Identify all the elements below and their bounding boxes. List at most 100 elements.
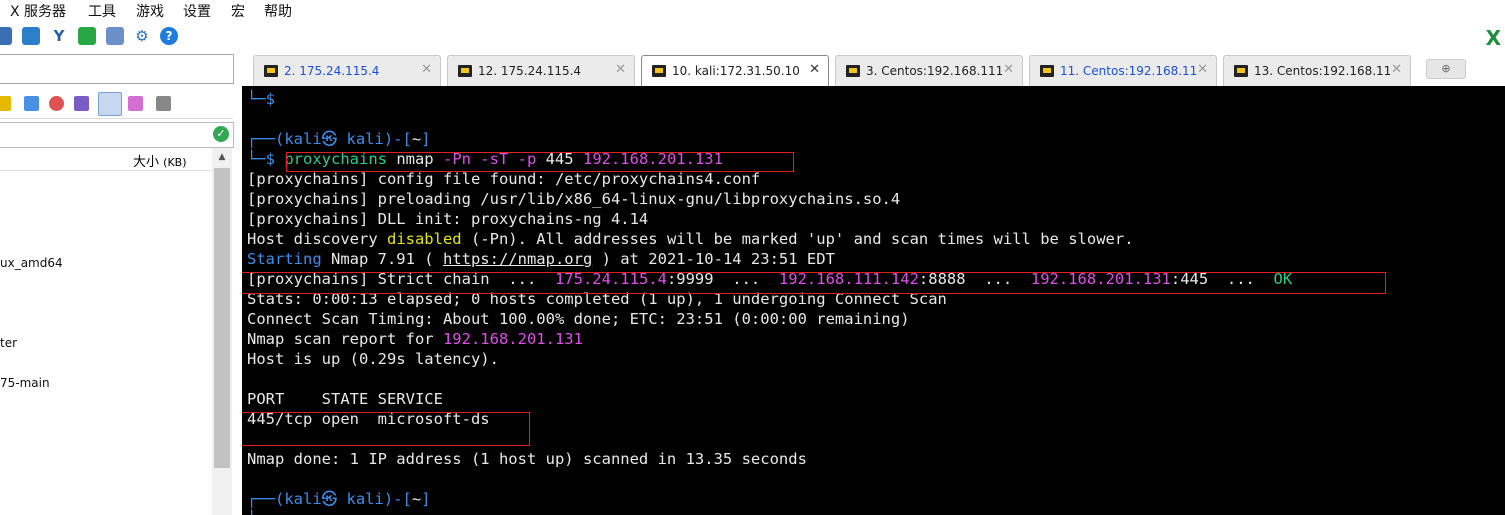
terminal-line: PORT STATE SERVICE [247,389,443,409]
terminal-text: Host discovery [247,230,387,248]
terminal-tab-icon [1234,65,1248,77]
session-tab-bar: 2. 175.24.115.4 ✕ 12. 175.24.115.4 ✕ 10.… [243,55,1505,87]
terminal-text: PORT STATE SERVICE [247,390,443,408]
terminal-line: Starting Nmap 7.91 ( https://nmap.org ) … [247,249,835,269]
terminal-tab-icon [458,65,472,77]
path-input[interactable] [0,54,234,84]
terminal-text: https://nmap.org [442,250,593,268]
menu-games[interactable]: 游戏 [136,1,164,21]
fork-icon[interactable]: Y [50,27,68,45]
terminal-output[interactable]: └─$ ┌──(kali㉿ kali)-[~] └─$ proxychains nm… [242,86,1505,515]
app-logo-icon: X [1485,26,1501,50]
column-header[interactable]: 大小 (KB) [0,148,212,171]
terminal-line: └─ [247,509,266,515]
terminal-text: ┌──( [247,130,285,148]
main-toolbar: Y ⚙ ? [0,22,1505,50]
highlight-box [242,412,530,446]
file-item[interactable]: ux_amd64 [0,256,63,270]
tab-session-11[interactable]: 11. Centos:192.168.111 ✕ [1029,55,1217,86]
menu-bar: X 服务器 工具 游戏 设置 宏 帮助 [0,0,1505,20]
terminal-tab-icon [846,65,860,77]
terminal-text: Nmap scan report for [247,330,443,348]
menu-macro[interactable]: 宏 [231,1,245,21]
tab-session-13[interactable]: 13. Centos:192.168.111 ✕ [1223,55,1411,86]
terminal-text: ] [421,490,431,508]
terminal-text: disabled [386,230,462,248]
file-browser-panel: ✓ 大小 (KB) ux_amd64 ter 75-main ▲ [0,52,235,515]
terminal-text: [proxychains] preloading /usr/lib/x86_64… [247,190,901,208]
terminal-line: Host discovery disabled (-Pn). All addre… [247,229,1134,249]
terminal-line: Connect Scan Timing: About 100.00% done;… [247,309,910,329]
terminal-text: kali㉿ kali [284,130,384,148]
new-tab-button[interactable]: ⊕ [1426,59,1466,79]
size-column-label: 大小 [133,155,160,170]
network-icon[interactable] [78,27,96,45]
size-unit-label: (KB) [163,156,187,169]
terminal-text: └─ [247,510,266,515]
gear-icon[interactable]: ⚙ [133,27,151,45]
terminal-text: Nmap done: 1 IP address (1 host up) scan… [247,450,807,468]
terminal-text: )-[ [383,490,412,508]
file-list-scrollbar[interactable]: ▲ [212,148,232,515]
session-icon[interactable] [0,27,12,45]
scrollbar-thumb[interactable] [214,168,230,468]
help-icon[interactable]: ? [160,27,178,45]
terminal-line: Nmap scan report for 192.168.201.131 [247,329,583,349]
terminal-text: 192.168.201.131 [442,330,583,348]
file-toolbar [0,88,233,119]
terminal-line: [proxychains] config file found: /etc/pr… [247,169,760,189]
terminal-text: ┌──( [247,490,285,508]
terminal-text: ~ [411,490,422,508]
check-icon[interactable]: ✓ [213,126,229,142]
terminal-tab-icon [1040,65,1054,77]
close-icon[interactable]: ✕ [615,62,626,77]
terminal-text: ] [421,130,431,148]
terminal-text: ) at 2021-10-14 23:51 EDT [592,250,835,268]
tab-session-12[interactable]: 12. 175.24.115.4 ✕ [447,55,635,86]
terminal-text: kali㉿ kali [284,490,384,508]
close-icon[interactable]: ✕ [1391,62,1402,77]
terminal-text: [proxychains] config file found: /etc/pr… [247,170,761,188]
close-icon[interactable]: ✕ [809,62,820,77]
terminal-line: Nmap done: 1 IP address (1 host up) scan… [247,449,807,469]
terminal-line: [proxychains] DLL init: proxychains-ng 4… [247,209,648,229]
menu-settings[interactable]: 设置 [183,1,211,21]
split-view-icon[interactable] [98,92,122,116]
scroll-up-arrow-icon[interactable]: ▲ [212,148,232,166]
menu-tools[interactable]: 工具 [88,1,116,21]
terminal-line: Host is up (0.29s latency). [247,349,499,369]
highlight-box [242,272,1386,294]
wand-icon[interactable] [128,96,143,111]
terminal-text: Starting [247,250,322,268]
menu-help[interactable]: 帮助 [264,1,292,21]
terminal-line: ┌──(kali㉿ kali)-[~] [247,489,431,509]
tab-session-2[interactable]: 2. 175.24.115.4 ✕ [253,55,441,86]
terminal-line: [proxychains] preloading /usr/lib/x86_64… [247,189,900,209]
folder-icon[interactable] [0,96,11,111]
filter-input[interactable]: ✓ [0,122,234,148]
close-icon[interactable]: ✕ [1003,62,1014,77]
terminal-text: Host is up (0.29s latency). [247,350,499,368]
monitor-icon[interactable] [22,27,40,45]
terminal-text: └─$ [247,90,275,108]
transfer-icon[interactable] [106,27,124,45]
terminal-text: └─$ [247,150,285,168]
close-icon[interactable]: ✕ [421,62,432,77]
terminal-line: └─$ [247,89,275,109]
tab-session-10[interactable]: 10. kali:172.31.50.10 ✕ [641,55,829,87]
terminal-text: Connect Scan Timing: About 100.00% done;… [247,310,910,328]
delete-icon[interactable] [49,96,64,111]
terminal-text: [proxychains] DLL init: proxychains-ng 4… [247,210,649,228]
file-item[interactable]: ter [0,336,17,350]
file-item[interactable]: 75-main [0,376,50,390]
menu-x-server[interactable]: X 服务器 [10,1,66,21]
terminal-icon[interactable] [156,96,171,111]
terminal-text: (-Pn). All addresses will be marked 'up'… [461,230,1134,248]
tab-session-3[interactable]: 3. Centos:192.168.111 ✕ [835,55,1023,86]
close-icon[interactable]: ✕ [1197,62,1208,77]
new-file-icon[interactable] [24,96,39,111]
terminal-text: ~ [411,130,422,148]
terminal-line: ┌──(kali㉿ kali)-[~] [247,129,431,149]
text-icon[interactable] [74,96,89,111]
terminal-tab-icon [652,65,666,77]
